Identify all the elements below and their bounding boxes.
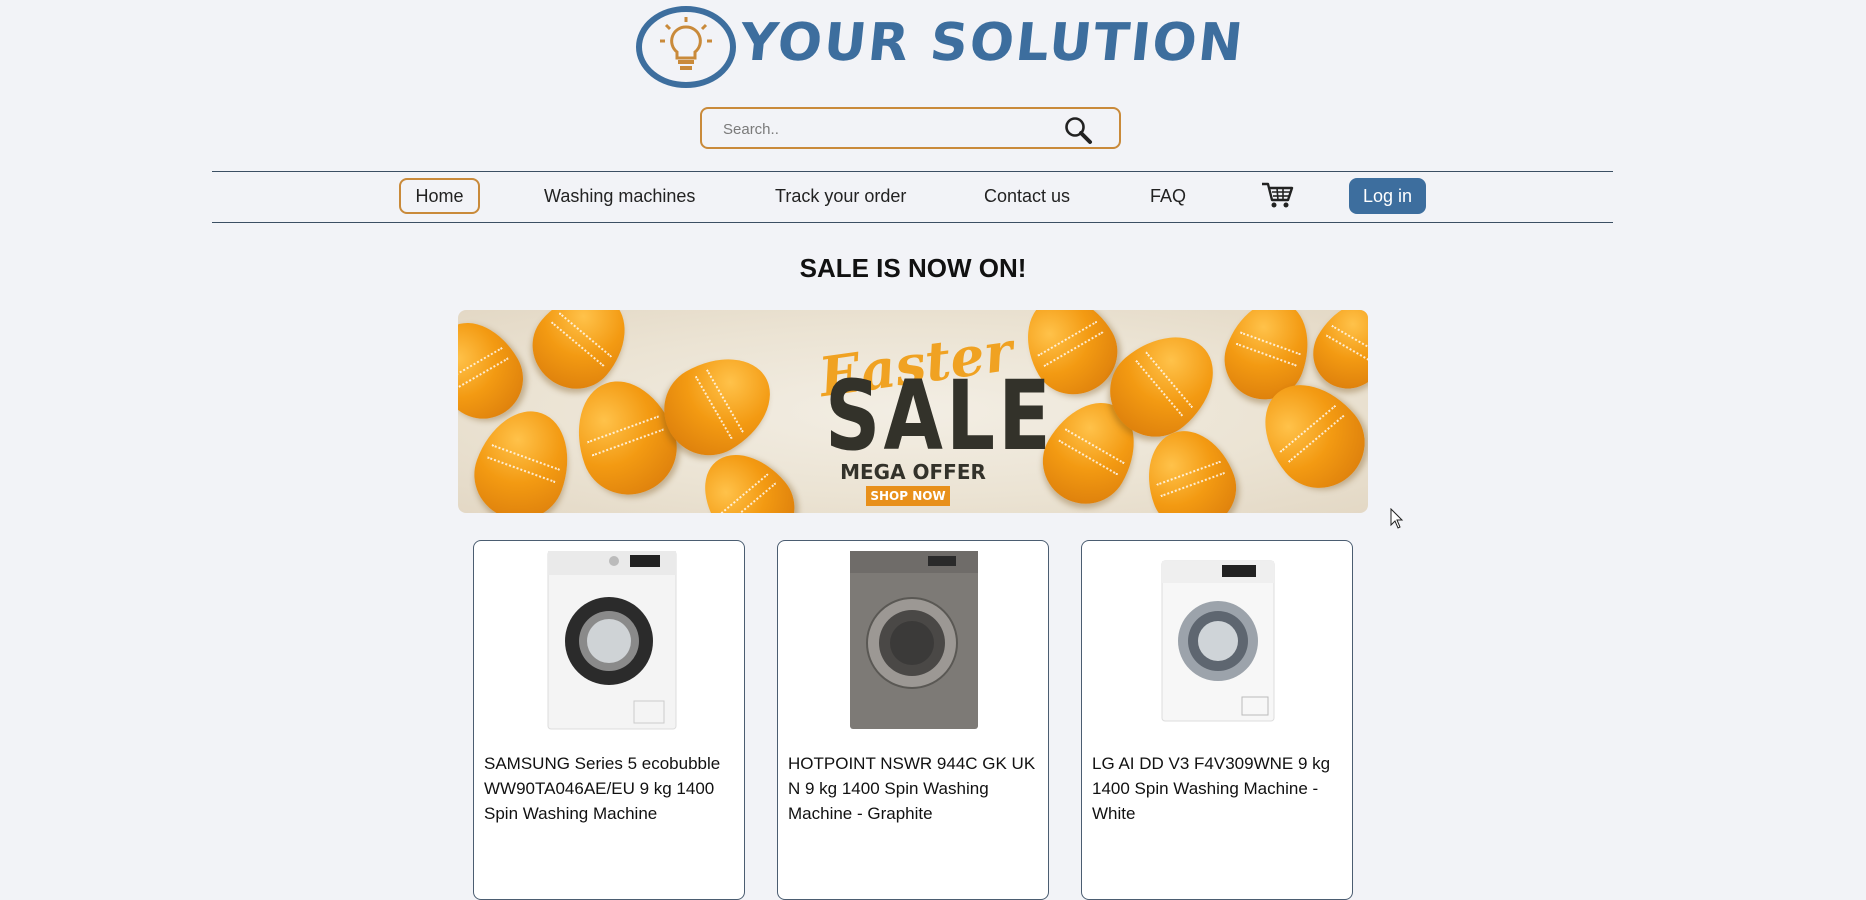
nav-home[interactable]: Home: [399, 178, 480, 214]
nav-track-order[interactable]: Track your order: [775, 178, 906, 214]
cart-icon[interactable]: [1260, 180, 1294, 212]
search-icon[interactable]: [1063, 115, 1093, 145]
easter-sale-banner[interactable]: Easter SALE MEGA OFFER SHOP NOW: [458, 310, 1368, 513]
banner-mega-offer: MEGA OFFER: [840, 460, 986, 484]
main-nav: Home Washing machines Track your order C…: [212, 171, 1613, 223]
sale-heading: SALE IS NOW ON!: [799, 253, 1027, 283]
search-input[interactable]: [721, 117, 1055, 141]
nav-washing-machines[interactable]: Washing machines: [544, 178, 695, 214]
product-card[interactable]: LG AI DD V3 F4V309WNE 9 kg 1400 Spin Was…: [1081, 540, 1353, 900]
product-title[interactable]: SAMSUNG Series 5 ecobubble WW90TA046AE/E…: [484, 751, 739, 826]
nav-contact-us[interactable]: Contact us: [984, 178, 1070, 214]
banner-sale-text: SALE: [825, 360, 1054, 472]
product-image: [1161, 560, 1275, 722]
banner-shop-now[interactable]: SHOP NOW: [866, 486, 950, 506]
product-card[interactable]: SAMSUNG Series 5 ecobubble WW90TA046AE/E…: [473, 540, 745, 900]
product-card[interactable]: HOTPOINT NSWR 944C GK UK N 9 kg 1400 Spi…: [777, 540, 1049, 900]
nav-faq[interactable]: FAQ: [1150, 178, 1186, 214]
product-image: [547, 551, 677, 730]
lightbulb-icon: [636, 6, 736, 88]
mouse-cursor-icon: [1390, 508, 1404, 529]
login-button[interactable]: Log in: [1349, 178, 1426, 214]
product-image: [850, 551, 978, 729]
product-title[interactable]: HOTPOINT NSWR 944C GK UK N 9 kg 1400 Spi…: [788, 751, 1043, 826]
logo-text: YOUR SOLUTION: [736, 13, 1248, 73]
site-logo[interactable]: YOUR SOLUTION: [636, 5, 1247, 89]
product-title[interactable]: LG AI DD V3 F4V309WNE 9 kg 1400 Spin Was…: [1092, 751, 1347, 826]
search-bar: [700, 107, 1121, 149]
